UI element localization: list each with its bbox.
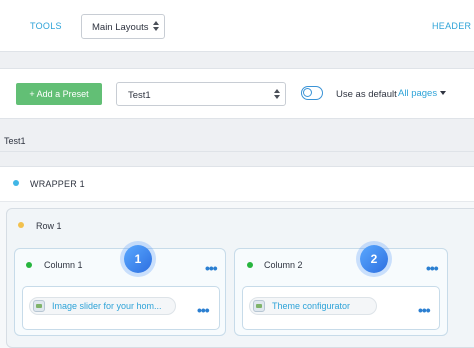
row-label: Row 1 [36, 221, 62, 231]
top-toolbar [0, 0, 474, 52]
select-arrows-icon [274, 89, 280, 99]
use-as-default-toggle[interactable] [301, 86, 323, 100]
tools-tab[interactable]: TOOLS [30, 21, 62, 31]
wrapper-status-dot [13, 180, 19, 186]
step-badge-2: 2 [360, 245, 388, 273]
module-label: Image slider for your hom... [52, 301, 162, 311]
column-more-button[interactable]: ••• [205, 261, 218, 275]
toggle-knob [303, 88, 312, 97]
theme-module-icon [253, 300, 265, 312]
column-status-dot [247, 262, 253, 268]
select-arrows-icon [153, 21, 159, 31]
layout-name: Test1 [4, 136, 26, 146]
row-status-dot [18, 222, 24, 228]
module-more-button[interactable]: ••• [418, 303, 431, 317]
module-pill-theme-configurator[interactable]: Theme configurator [249, 297, 377, 315]
layout-select-value: Main Layouts [92, 22, 149, 33]
column-label: Column 1 [44, 260, 83, 270]
column-more-button[interactable]: ••• [426, 261, 439, 275]
column-label: Column 2 [264, 260, 303, 270]
module-more-button[interactable]: ••• [197, 303, 210, 317]
module-label: Theme configurator [272, 301, 351, 311]
add-preset-button[interactable]: + Add a Preset [16, 83, 102, 105]
layout-select[interactable]: Main Layouts [81, 14, 165, 39]
column-status-dot [26, 262, 32, 268]
preset-select-value: Test1 [128, 90, 151, 101]
step-badge-1: 1 [124, 245, 152, 273]
use-as-default-label: Use as default [336, 89, 397, 100]
wrapper-label: WRAPPER 1 [30, 179, 85, 189]
module-pill-image-slider[interactable]: Image slider for your hom... [29, 297, 176, 315]
image-module-icon [33, 300, 45, 312]
preset-select[interactable]: Test1 [116, 82, 286, 106]
layout-name-bar [0, 130, 474, 152]
all-pages-dropdown[interactable]: All pages [398, 88, 447, 99]
caret-down-icon [440, 91, 447, 95]
header-tab[interactable]: HEADER [432, 21, 471, 31]
all-pages-label: All pages [398, 88, 438, 99]
